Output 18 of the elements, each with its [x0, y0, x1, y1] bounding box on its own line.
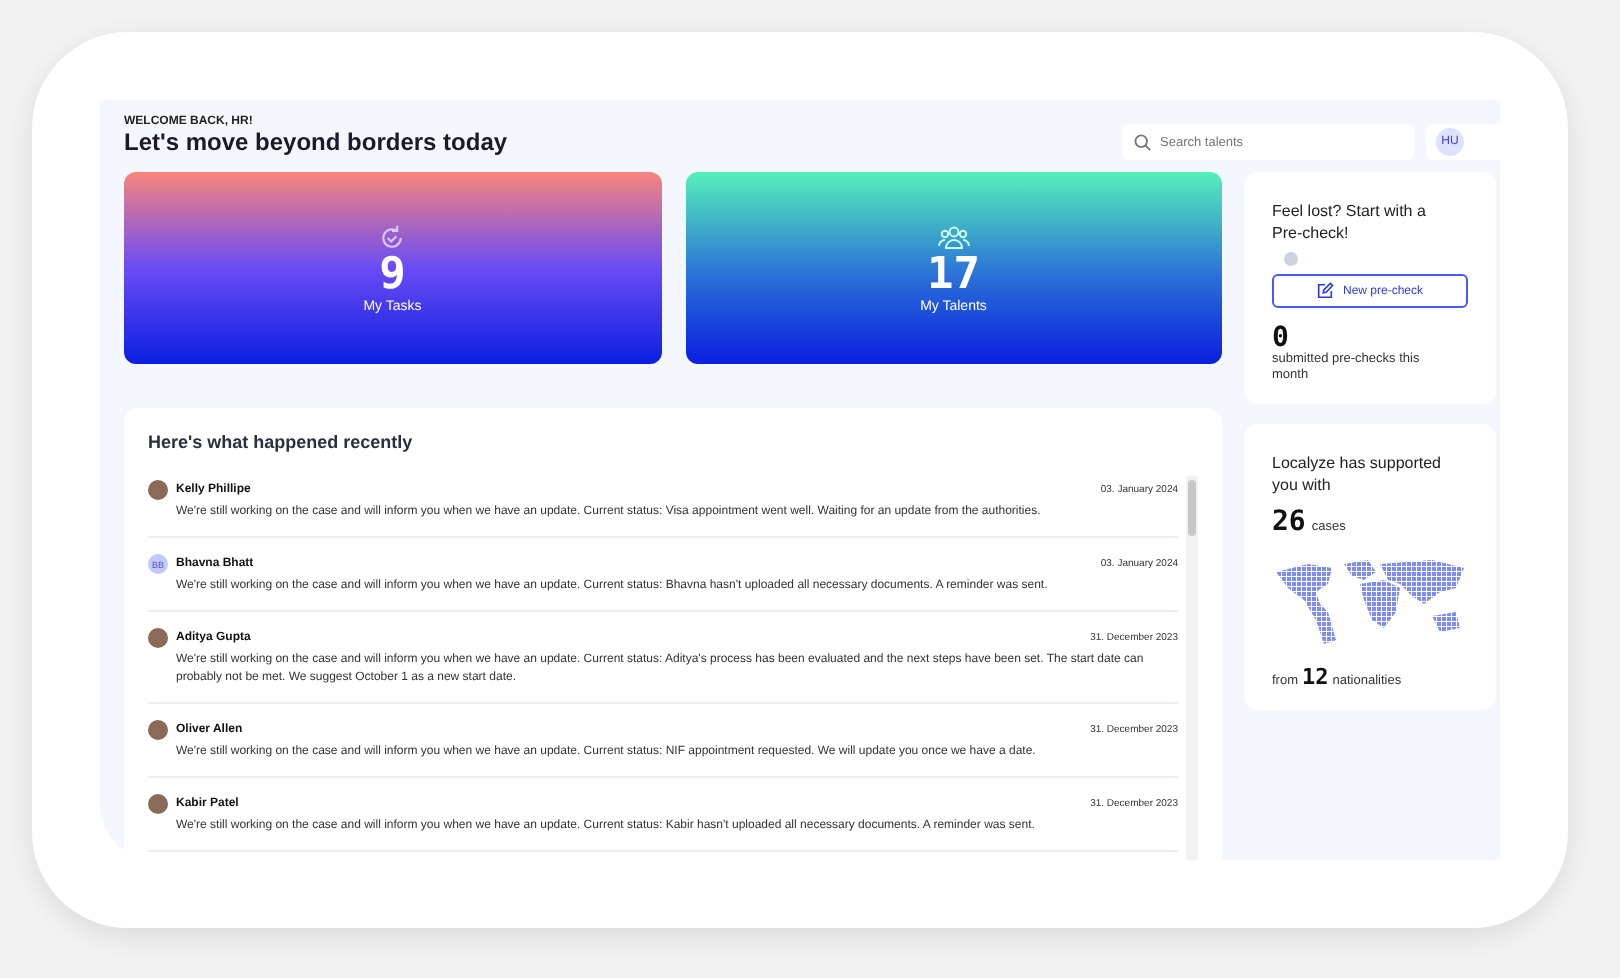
- panel-title: Here's what happened recently: [148, 432, 415, 452]
- refresh-check-icon: [378, 223, 407, 251]
- nationalities-count: 12: [1302, 664, 1329, 690]
- info-icon[interactable]: [1284, 252, 1298, 266]
- avatar-placeholder: [148, 794, 168, 814]
- stat-value: 9: [379, 253, 406, 297]
- precheck-count: 0: [1272, 324, 1289, 352]
- cases-count: 26: [1272, 508, 1306, 536]
- card-title: Localyze has supported you with: [1272, 452, 1443, 496]
- pencil-icon: [1316, 282, 1335, 300]
- people-icon: [937, 223, 970, 251]
- page-title: Let's move beyond borders today: [124, 128, 510, 156]
- scrollbar[interactable]: [1186, 476, 1198, 860]
- avatar-placeholder: [148, 628, 168, 648]
- avatar-placeholder: [148, 720, 168, 740]
- card-title: Feel lost? Start with a Pre-check!: [1272, 200, 1428, 244]
- avatar-placeholder: [148, 480, 168, 500]
- stat-value: 17: [927, 253, 980, 297]
